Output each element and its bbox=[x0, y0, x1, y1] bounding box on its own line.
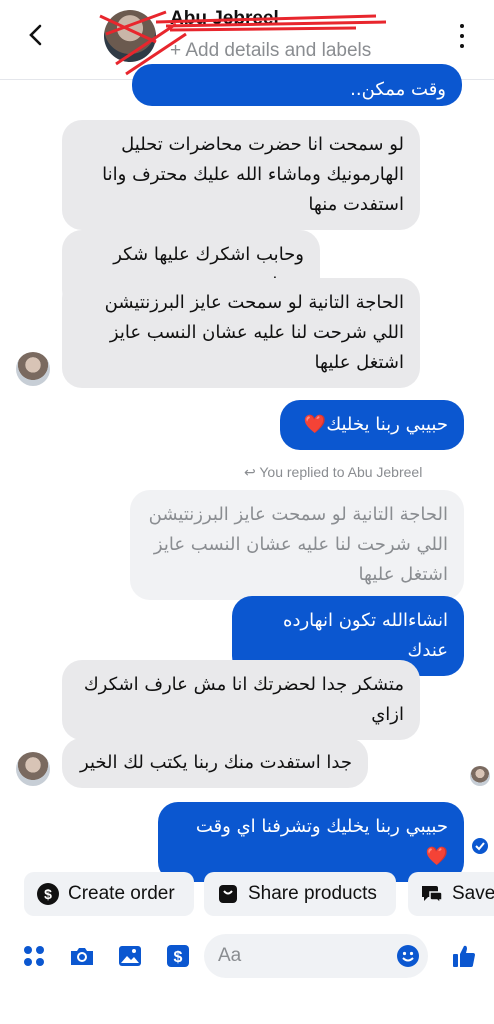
message-input[interactable] bbox=[204, 934, 374, 978]
save-label: Save bbox=[452, 883, 494, 904]
menu-grid-button[interactable] bbox=[20, 942, 48, 970]
share-products-button[interactable]: Share products bbox=[204, 872, 396, 916]
shop-icon bbox=[216, 882, 240, 906]
reply-bubble-icon bbox=[420, 882, 444, 906]
contact-name[interactable]: Abu Jebreel bbox=[170, 8, 279, 30]
avatar[interactable] bbox=[104, 10, 156, 62]
add-details-link[interactable]: + Add details and labels bbox=[170, 40, 371, 62]
message-bubble[interactable]: حبيبي ربنا يخليك وتشرفنا اي وقت❤️ bbox=[158, 802, 464, 882]
composer-bar: $ bbox=[0, 932, 494, 982]
image-icon bbox=[119, 946, 141, 966]
emoji-icon[interactable] bbox=[396, 944, 420, 968]
message-bubble[interactable]: حبيبي ربنا يخليك❤️ bbox=[280, 400, 464, 450]
gallery-button[interactable] bbox=[116, 942, 144, 970]
more-options-button[interactable] bbox=[458, 24, 466, 48]
sent-check-icon bbox=[472, 838, 488, 854]
quoted-message[interactable]: الحاجة التانية لو سمحت عايز البرزنتيشن ا… bbox=[130, 490, 464, 600]
reply-icon: ↩ bbox=[244, 464, 260, 480]
message-list[interactable]: وقت ممكن.. لو سمحت انا حضرت محاضرات تحلي… bbox=[0, 64, 494, 882]
chevron-left-icon bbox=[29, 24, 42, 46]
payment-button[interactable]: $ bbox=[164, 942, 192, 970]
more-dot-icon bbox=[460, 34, 464, 38]
camera-icon bbox=[71, 948, 93, 965]
message-input-wrapper bbox=[204, 934, 428, 978]
share-products-label: Share products bbox=[248, 883, 377, 904]
save-button[interactable]: Save bbox=[408, 872, 494, 916]
create-order-button[interactable]: $ Create order bbox=[24, 872, 194, 916]
more-dot-icon bbox=[460, 44, 464, 48]
dollar-icon: $ bbox=[36, 882, 60, 906]
dollar-square-icon: $ bbox=[167, 945, 189, 967]
sender-avatar[interactable] bbox=[16, 352, 50, 386]
camera-button[interactable] bbox=[68, 942, 96, 970]
reply-label: You replied to Abu Jebreel bbox=[259, 464, 423, 480]
more-dot-icon bbox=[460, 24, 464, 28]
message-bubble[interactable]: متشكر جدا لحضرتك انا مش عارف اشكرك ازاي bbox=[62, 660, 420, 740]
grid-icon bbox=[24, 946, 44, 966]
reply-indicator: ↩ You replied to Abu Jebreel bbox=[244, 464, 422, 481]
thumbs-up-icon bbox=[453, 945, 475, 967]
like-button[interactable] bbox=[450, 942, 478, 970]
sender-avatar[interactable] bbox=[16, 752, 50, 786]
message-bubble[interactable]: الحاجة التانية لو سمحت عايز البرزنتيشن ا… bbox=[62, 278, 420, 388]
message-bubble[interactable]: جدا استفدت منك ربنا يكتب لك الخير bbox=[62, 738, 368, 788]
svg-text:$: $ bbox=[44, 886, 52, 902]
seen-avatar bbox=[470, 766, 490, 786]
svg-text:$: $ bbox=[174, 949, 183, 966]
create-order-label: Create order bbox=[68, 883, 175, 904]
message-bubble[interactable]: وقت ممكن.. bbox=[132, 64, 462, 106]
quick-actions: $ Create order Share products Save bbox=[0, 872, 494, 918]
back-button[interactable] bbox=[20, 20, 50, 50]
message-bubble[interactable]: لو سمحت انا حضرت محاضرات تحليل الهارموني… bbox=[62, 120, 420, 230]
